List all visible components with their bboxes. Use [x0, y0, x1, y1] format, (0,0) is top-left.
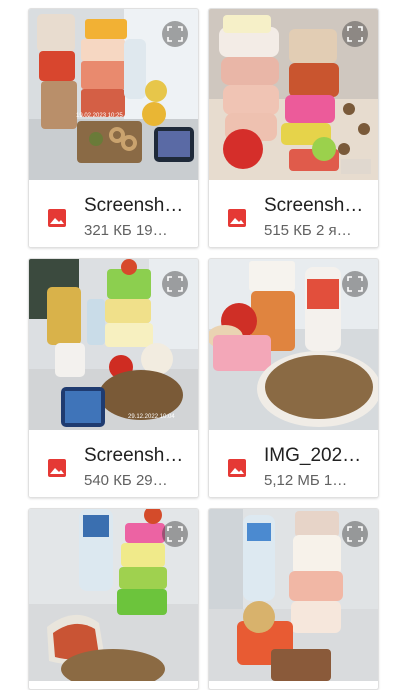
file-info: IMG_202… 5,12 МБ 1…	[209, 430, 378, 497]
file-card[interactable]: Screensh… 515 КБ 2 я…	[208, 8, 379, 248]
file-info: Screensh… 321 КБ 19…	[29, 180, 198, 247]
image-thumbnail[interactable]	[209, 259, 378, 430]
file-size-date: 515 КБ 2 я…	[264, 222, 352, 239]
image-file-icon	[228, 209, 246, 227]
file-size-date: 5,12 МБ 1…	[264, 472, 348, 489]
image-file-icon	[228, 459, 246, 477]
file-grid: 19.02.2023 10:25 Screensh… 321 КБ 19… Sc…	[0, 0, 405, 690]
file-size-date: 540 КБ 29…	[84, 472, 168, 489]
file-name: Screensh…	[84, 195, 184, 216]
file-name: Screensh…	[264, 195, 364, 216]
expand-icon[interactable]	[342, 271, 368, 297]
expand-icon[interactable]	[342, 21, 368, 47]
photo-date-stamp: 29.12.2022 10:04	[128, 414, 175, 420]
file-card[interactable]	[28, 508, 199, 690]
file-size-date: 321 КБ 19…	[84, 222, 168, 239]
image-thumbnail[interactable]	[209, 509, 378, 681]
image-thumbnail[interactable]	[29, 509, 198, 681]
expand-icon[interactable]	[162, 21, 188, 47]
file-name: IMG_202…	[264, 445, 362, 466]
file-name: Screensh…	[84, 445, 184, 466]
file-info: Screensh… 540 КБ 29…	[29, 430, 198, 497]
expand-icon[interactable]	[162, 521, 188, 547]
photo-date-stamp: 19.02.2023 10:25	[76, 113, 123, 119]
image-thumbnail[interactable]: 19.02.2023 10:25	[29, 9, 198, 180]
image-thumbnail[interactable]	[209, 9, 378, 180]
file-card[interactable]	[208, 508, 379, 690]
expand-icon[interactable]	[342, 521, 368, 547]
file-card[interactable]: 19.02.2023 10:25 Screensh… 321 КБ 19…	[28, 8, 199, 248]
file-card[interactable]: 29.12.2022 10:04 Screensh… 540 КБ 29…	[28, 258, 199, 498]
file-info: Screensh… 515 КБ 2 я…	[209, 180, 378, 247]
image-thumbnail[interactable]: 29.12.2022 10:04	[29, 259, 198, 430]
image-file-icon	[48, 209, 66, 227]
image-file-icon	[48, 459, 66, 477]
expand-icon[interactable]	[162, 271, 188, 297]
file-card[interactable]: IMG_202… 5,12 МБ 1…	[208, 258, 379, 498]
